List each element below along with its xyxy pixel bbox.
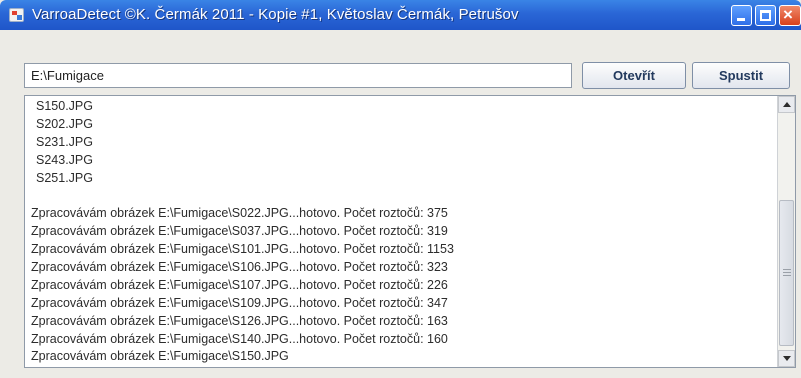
log-output[interactable]: S150.JPG S202.JPG S231.JPG S243.JPG S251…: [24, 95, 796, 368]
log-line: Zpracovávám obrázek E:\Fumigace\S140.JPG…: [31, 331, 448, 346]
log-line: Zpracovávám obrázek E:\Fumigace\S107.JPG…: [31, 277, 448, 292]
log-line-blank: [31, 187, 775, 205]
run-button[interactable]: Spustit: [692, 62, 790, 89]
maximize-icon: [760, 10, 771, 21]
grip-line: [783, 275, 791, 276]
log-line: S202.JPG: [36, 116, 93, 131]
scroll-up-arrow-icon[interactable]: [778, 96, 795, 113]
title-bar[interactable]: VarroaDetect ©K. Čermák 2011 - Kopie #1,…: [0, 0, 801, 30]
maximize-button[interactable]: [755, 5, 776, 26]
log-lines: S150.JPG S202.JPG S231.JPG S243.JPG S251…: [31, 98, 775, 366]
close-icon: ×: [783, 5, 793, 24]
scrollbar-thumb[interactable]: [779, 200, 794, 346]
log-line: Zpracovávám obrázek E:\Fumigace\S101.JPG…: [31, 242, 454, 257]
grip-line: [783, 272, 791, 273]
log-line: S150.JPG: [36, 99, 93, 113]
app-icon: [9, 8, 24, 22]
vertical-scrollbar[interactable]: [777, 96, 795, 367]
log-line: S251.JPG: [36, 170, 93, 185]
minimize-icon: [737, 18, 745, 21]
open-button[interactable]: Otevřít: [582, 62, 686, 89]
log-line: Zpracovávám obrázek E:\Fumigace\S106.JPG…: [31, 260, 448, 275]
log-line: Zpracovávám obrázek E:\Fumigace\S022.JPG…: [31, 206, 448, 221]
path-input[interactable]: [24, 63, 572, 88]
log-line: Zpracovávám obrázek E:\Fumigace\S037.JPG…: [31, 224, 448, 239]
app-window: VarroaDetect ©K. Čermák 2011 - Kopie #1,…: [0, 0, 801, 378]
log-line: Zpracovávám obrázek E:\Fumigace\S109.JPG…: [31, 295, 448, 310]
grip-line: [783, 269, 791, 270]
log-line: S231.JPG: [36, 134, 93, 149]
minimize-button[interactable]: [731, 5, 752, 26]
window-title: VarroaDetect ©K. Čermák 2011 - Kopie #1,…: [32, 6, 519, 23]
log-line: S243.JPG: [36, 152, 93, 167]
close-button[interactable]: ×: [779, 5, 801, 26]
scroll-down-arrow-icon[interactable]: [778, 350, 795, 367]
log-line: Zpracovávám obrázek E:\Fumigace\S150.JPG: [31, 349, 289, 364]
log-line: Zpracovávám obrázek E:\Fumigace\S126.JPG…: [31, 313, 448, 328]
